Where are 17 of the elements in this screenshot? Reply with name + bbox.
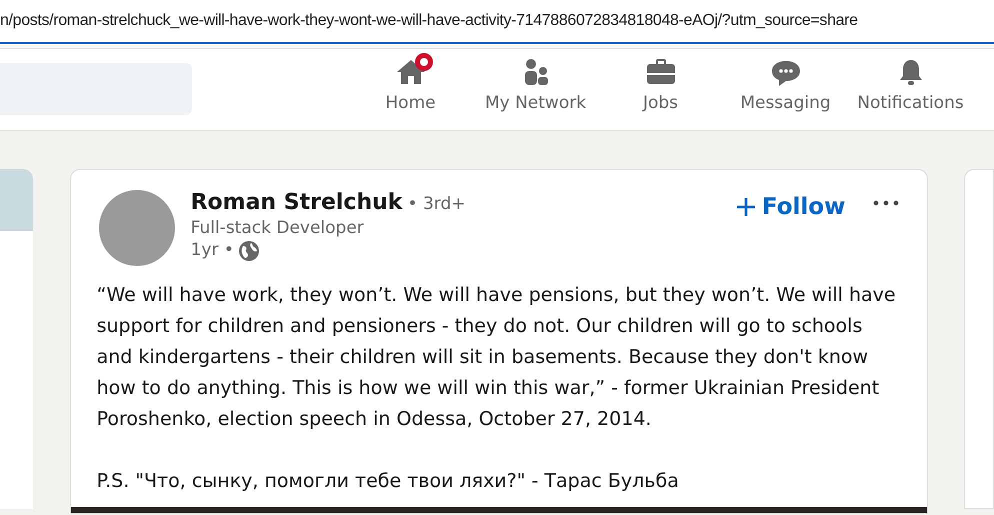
- globe-icon: [238, 240, 260, 262]
- post-text: “We will have work, they won’t. We will have pensions, but they won’t. We will have support for children and pensioners - they do not. Our children will go to schools and kindergartens - their children will sit in basements. Because they don't know how to do anything. This is how we will win this war,” - former Ukrainian President Poroshenko, election speech in Odessa, October 27, 2014.: [96, 283, 897, 432]
- card-banner: [0, 169, 33, 231]
- follow-button[interactable]: Follow: [732, 190, 850, 224]
- nav-item[interactable]: Messaging: [723, 49, 848, 116]
- post-time: 1yr •: [190, 238, 234, 262]
- post-text: P.S. "Что, сынку, помогли тебе твои ляхи?" - Тарас Бульба: [96, 469, 680, 494]
- connection-degree: • 3rd+: [408, 194, 466, 214]
- more-icon[interactable]: [873, 200, 900, 206]
- nav-item[interactable]: Notifications: [848, 49, 973, 116]
- url-text[interactable]: n/posts/roman-strelchuck_we-will-have-work-they-wont-we-will-have-activity-7147886072834818048-eAOj/?utm_source=share: [0, 0, 994, 44]
- author-headline: Full-stack Developer: [190, 218, 365, 238]
- author-name[interactable]: Roman Strelchuk: [190, 190, 402, 215]
- nav-item[interactable]: Home: [348, 49, 473, 116]
- nav-item[interactable]: Jobs: [598, 49, 723, 116]
- nav-item[interactable]: My Network: [473, 49, 598, 116]
- plus-icon: [736, 197, 756, 218]
